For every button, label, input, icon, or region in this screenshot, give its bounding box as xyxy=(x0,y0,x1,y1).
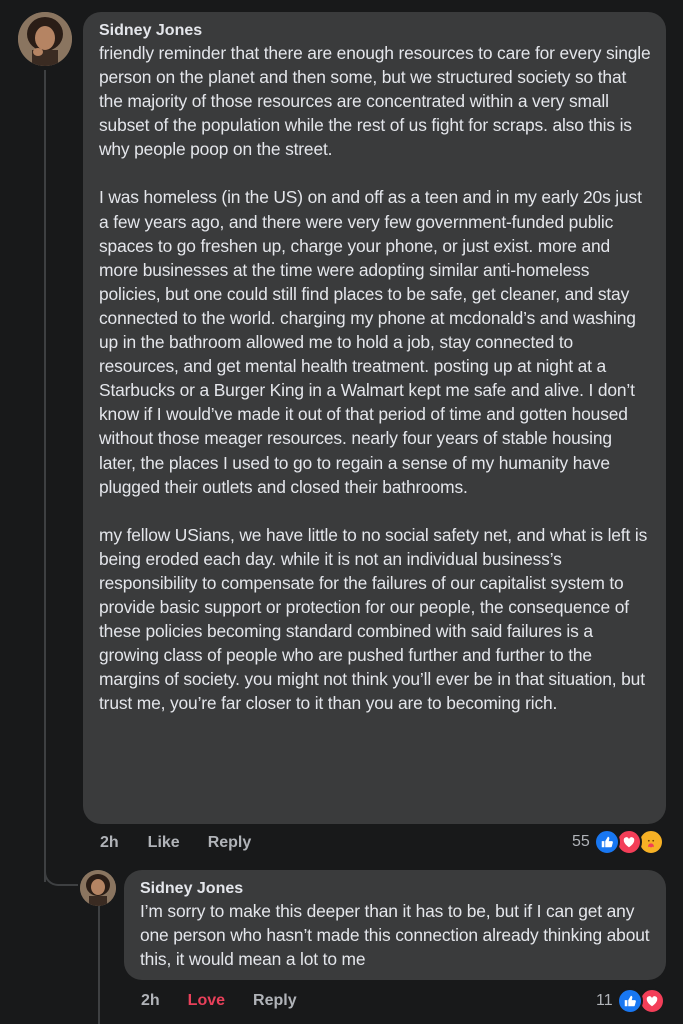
comment-paragraph: my fellow USians, we have little to no s… xyxy=(99,524,652,714)
thread-connector xyxy=(44,850,78,886)
like-icon xyxy=(593,829,620,855)
thread-line xyxy=(44,70,46,882)
comment-author[interactable]: Sidney Jones xyxy=(99,21,652,41)
comment-paragraph: friendly reminder that there are enough … xyxy=(99,43,656,160)
avatar-photo xyxy=(80,870,116,906)
avatar-photo xyxy=(18,12,72,66)
reaction-summary[interactable]: 55 xyxy=(572,829,664,855)
reaction-count: 11 xyxy=(596,992,613,1009)
comment-thread: Sidney Jones friendly reminder that ther… xyxy=(0,0,683,1024)
reply-text: I’m sorry to make this deeper than it ha… xyxy=(140,901,655,970)
reply-bubble: Sidney Jones I’m sorry to make this deep… xyxy=(124,870,666,980)
reply-avatar[interactable] xyxy=(80,870,116,906)
comment-bubble: Sidney Jones friendly reminder that ther… xyxy=(83,12,666,824)
comment-time[interactable]: 2h xyxy=(100,834,119,852)
reply-time[interactable]: 2h xyxy=(141,992,160,1010)
reply-thread-line xyxy=(98,906,100,1024)
like-icon xyxy=(616,988,643,1014)
reply-button[interactable]: Reply xyxy=(208,834,252,852)
like-button[interactable]: Like xyxy=(148,834,180,852)
reply-button[interactable]: Reply xyxy=(253,992,297,1010)
reaction-count: 55 xyxy=(572,833,590,850)
comment-paragraph: I was homeless (in the US) on and off as… xyxy=(99,187,647,497)
love-button[interactable]: Love xyxy=(188,992,225,1010)
reply-reaction-summary[interactable]: 11 xyxy=(596,988,665,1014)
reply-actions: 2h Love Reply xyxy=(141,991,297,1011)
comment-actions: 2h Like Reply xyxy=(100,833,251,853)
reply-author[interactable]: Sidney Jones xyxy=(140,879,652,899)
avatar[interactable] xyxy=(18,12,72,66)
